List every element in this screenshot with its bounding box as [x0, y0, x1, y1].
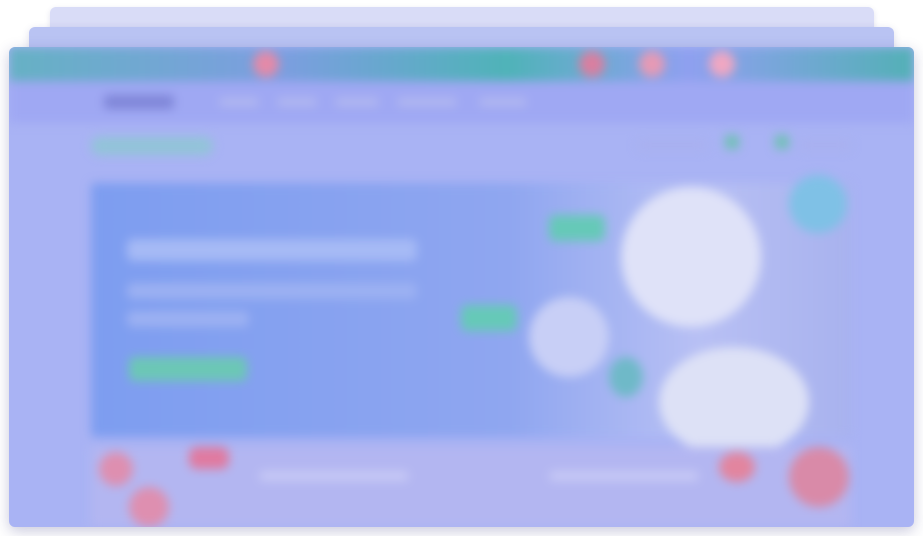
product-thumbnail[interactable] — [719, 452, 755, 482]
product-title[interactable] — [549, 471, 699, 481]
banner-decoration — [579, 51, 605, 77]
hero-tag — [461, 305, 517, 331]
square-icon[interactable] — [725, 135, 739, 149]
hero-illustration — [529, 297, 609, 377]
site-logo[interactable] — [104, 95, 174, 109]
product-thumbnail[interactable] — [129, 487, 169, 527]
hero-subtitle — [127, 283, 417, 299]
banner-decoration — [709, 51, 735, 77]
product-title[interactable] — [259, 471, 409, 481]
browser-window-preview[interactable] — [9, 47, 914, 527]
blurred-page-content — [9, 47, 914, 527]
nav-item[interactable] — [335, 98, 379, 106]
nav-item[interactable] — [479, 98, 527, 106]
banner-decoration — [253, 51, 279, 77]
banner-decoration — [639, 51, 665, 77]
hero-subtitle — [127, 311, 249, 327]
hero-title — [127, 239, 417, 261]
square-icon[interactable] — [775, 135, 789, 149]
circle-badge-icon — [789, 175, 847, 233]
nav-item[interactable] — [397, 98, 457, 106]
product-thumbnail[interactable] — [189, 447, 229, 469]
breadcrumb[interactable] — [91, 137, 213, 155]
toolbar-link[interactable] — [637, 140, 707, 150]
hero-illustration — [659, 347, 809, 457]
product-thumbnail[interactable] — [99, 452, 133, 486]
hero-illustration — [609, 357, 643, 397]
promo-banner[interactable] — [9, 47, 914, 81]
nav-item[interactable] — [277, 98, 317, 106]
toolbar-link[interactable] — [799, 140, 851, 150]
hero-cta-button[interactable] — [129, 357, 247, 381]
hero-tag — [549, 215, 605, 241]
hero-illustration — [621, 187, 761, 327]
product-thumbnail[interactable] — [789, 447, 849, 507]
nav-item[interactable] — [219, 98, 259, 106]
